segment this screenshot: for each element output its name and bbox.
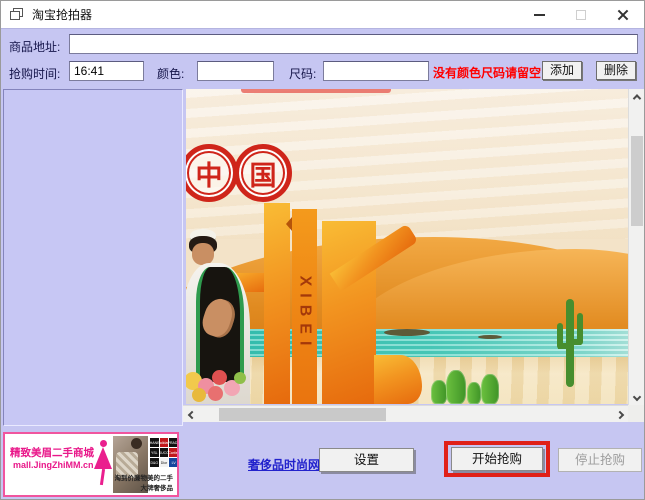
costumed-man <box>186 227 256 404</box>
image-viewer: 中 国 XIBEI <box>183 89 644 426</box>
product-address-label: 商品地址: <box>9 38 60 55</box>
size-input[interactable] <box>323 61 429 81</box>
ad-banner-url: mall.JingZhiMM.cn <box>13 460 94 470</box>
start-purchase-button[interactable]: 开始抢购 <box>451 447 543 471</box>
app-window: 淘宝抢拍器 商品地址: 抢购时间: 颜色: 尺码: 没有颜色尺码请留空 添加 删… <box>0 0 645 500</box>
settings-button[interactable]: 设置 <box>319 448 414 472</box>
color-label: 颜色: <box>157 65 184 82</box>
color-input[interactable] <box>197 61 274 81</box>
scroll-down-arrow-icon[interactable] <box>629 389 645 405</box>
scroll-right-arrow-icon[interactable] <box>611 406 628 423</box>
stop-purchase-button: 停止抢购 <box>558 448 642 472</box>
bei-glyph-stroke <box>264 203 290 404</box>
footer: 精致美眉二手商城 mall.JingZhiMM.cn CHANEL adidas… <box>1 426 645 500</box>
ad-banner[interactable]: 精致美眉二手商城 mall.JingZhiMM.cn CHANEL adidas… <box>3 432 179 497</box>
vertical-scrollbar[interactable] <box>628 89 644 405</box>
app-icon <box>10 8 24 21</box>
purchase-time-label: 抢购时间: <box>9 65 60 82</box>
lake-island <box>384 329 430 336</box>
brand-logo-grid: CHANEL adidas PRADA YSL GUCCI Cartier D&… <box>150 438 178 467</box>
size-label: 尺码: <box>289 65 316 82</box>
flower-bouquet <box>186 366 254 404</box>
window-title: 淘宝抢拍器 <box>32 6 92 23</box>
xibei-text: XIBEI <box>296 218 314 405</box>
xibei-ribbon: XIBEI <box>292 209 317 404</box>
purchase-time-input[interactable] <box>69 61 144 81</box>
minimize-icon <box>534 14 545 16</box>
ad-slogan: 大牌奢侈品 <box>93 482 173 492</box>
task-list[interactable] <box>3 89 183 426</box>
color-size-hint: 没有颜色尺码请留空 <box>433 64 541 81</box>
minimize-button[interactable] <box>518 1 560 29</box>
scrollbar-corner <box>628 405 644 422</box>
scroll-up-arrow-icon[interactable] <box>629 89 645 105</box>
horizontal-scroll-thumb[interactable] <box>219 408 386 421</box>
add-button[interactable]: 添加 <box>542 61 582 80</box>
product-image: 中 国 XIBEI <box>186 89 628 404</box>
luxury-site-link[interactable]: 奢侈品时尚网 <box>248 456 320 473</box>
horizontal-scrollbar[interactable] <box>183 405 628 422</box>
highlight-box: 开始抢购 <box>444 441 550 477</box>
vertical-scroll-thumb[interactable] <box>631 136 643 226</box>
maximize-button[interactable] <box>560 1 602 29</box>
ad-banner-title: 精致美眉二手商城 <box>10 445 94 460</box>
product-address-input[interactable] <box>69 34 638 54</box>
titlebar: 淘宝抢拍器 <box>1 1 644 29</box>
lake-island <box>478 335 502 339</box>
tall-cactus <box>556 299 582 387</box>
close-button[interactable] <box>602 1 644 29</box>
china-seal: 中 国 <box>186 144 288 202</box>
banner-edge <box>241 89 391 93</box>
ad-slogan: 淘到价廉物美的二手 <box>93 472 173 482</box>
cactus-cluster <box>431 367 511 404</box>
scroll-left-arrow-icon[interactable] <box>183 406 200 423</box>
bei-glyph-stroke <box>374 355 422 404</box>
maximize-icon <box>576 10 586 20</box>
delete-button[interactable]: 删除 <box>596 61 636 80</box>
